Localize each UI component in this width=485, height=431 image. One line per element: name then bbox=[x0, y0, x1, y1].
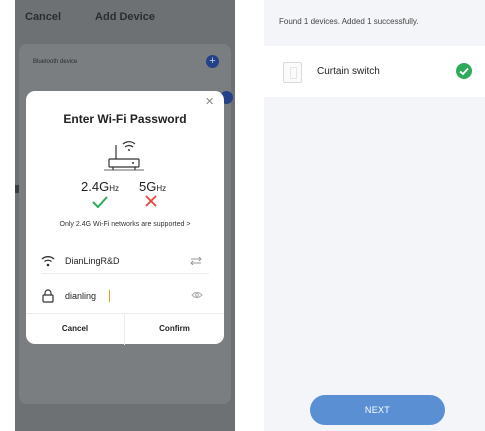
band-5ghz-label: 5GHz bbox=[139, 179, 166, 194]
supported-networks-link[interactable]: Only 2.4G Wi-Fi networks are supported > bbox=[26, 221, 224, 228]
add-bluetooth-device-icon[interactable]: + bbox=[206, 55, 219, 68]
band-2-4ghz-unit: Hz bbox=[109, 184, 119, 193]
add-device-screen: Cancel Add Device Bluetooth device + ✕ E… bbox=[15, 0, 235, 431]
wifi-password-value: dianling bbox=[65, 291, 97, 301]
curtain-switch-icon bbox=[283, 62, 302, 83]
wifi-ssid-value: DianLingR&D bbox=[65, 256, 120, 266]
lock-icon bbox=[42, 289, 54, 303]
add-device-header: Cancel Add Device bbox=[15, 0, 235, 36]
dialog-actions: Cancel Confirm bbox=[26, 313, 224, 345]
wifi-icon bbox=[41, 256, 55, 267]
device-added-screen: Found 1 devices. Added 1 successfully. C… bbox=[264, 0, 485, 431]
switch-network-icon[interactable] bbox=[190, 257, 202, 265]
band-5ghz-unit: Hz bbox=[156, 184, 167, 193]
band-2-4ghz-value: 2.4G bbox=[81, 179, 110, 194]
check-circle-icon bbox=[456, 63, 472, 79]
close-icon[interactable]: ✕ bbox=[205, 97, 214, 108]
eye-icon[interactable] bbox=[191, 291, 203, 299]
router-icon bbox=[104, 141, 144, 171]
wifi-password-field[interactable]: dianling bbox=[41, 288, 209, 310]
add-result-status: Found 1 devices. Added 1 successfully. bbox=[279, 17, 419, 26]
band-5ghz-value: 5G bbox=[139, 179, 157, 194]
dialog-title: Enter Wi-Fi Password bbox=[63, 112, 187, 126]
wifi-ssid-field[interactable]: DianLingR&D bbox=[41, 252, 209, 274]
scroll-indicator bbox=[15, 185, 19, 193]
cross-icon bbox=[145, 195, 157, 207]
band-2-4ghz-label: 2.4GHz bbox=[81, 179, 119, 194]
bluetooth-section-label: Bluetooth device bbox=[33, 59, 78, 65]
device-list-item[interactable]: Curtain switch bbox=[264, 46, 485, 97]
device-name: Curtain switch bbox=[317, 66, 380, 77]
check-icon bbox=[92, 196, 108, 208]
cancel-button[interactable]: Cancel bbox=[26, 324, 124, 333]
wifi-password-dialog: ✕ Enter Wi-Fi Password 2.4GHz 5GHz Only … bbox=[26, 91, 224, 345]
page-title: Add Device bbox=[95, 11, 155, 23]
text-cursor bbox=[109, 290, 110, 302]
confirm-button[interactable]: Confirm bbox=[125, 324, 224, 333]
next-button[interactable]: NEXT bbox=[310, 395, 445, 425]
